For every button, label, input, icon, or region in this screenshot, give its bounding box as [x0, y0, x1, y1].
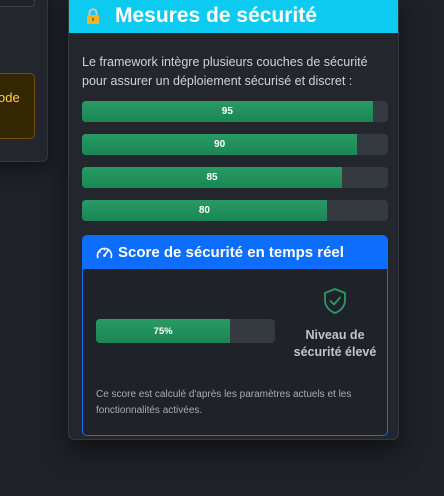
security-layer-bar-fill: 85	[82, 167, 343, 188]
card-body: Le framework intègre plusieurs couches d…	[69, 33, 398, 436]
security-layer-bar-label: 90	[214, 139, 226, 150]
gauge-icon	[96, 245, 114, 261]
score-panel-title: Score de sécurité en temps réel	[118, 244, 344, 261]
card-title: Mesures de sécurité	[115, 4, 317, 27]
security-layer-bar-fill: 80	[82, 200, 327, 221]
security-layer-bar: 95	[82, 101, 388, 122]
security-layer-bar-label: 85	[206, 172, 218, 183]
security-layer-bar: 80	[82, 200, 388, 221]
security-layer-bar: 85	[82, 167, 388, 188]
score-note: Ce score est calculé d'après les paramèt…	[96, 389, 352, 416]
warning-text: ode	[0, 90, 20, 105]
security-layer-bar-fill: 95	[82, 101, 373, 122]
score-panel-header: Score de sécurité en temps réel	[83, 236, 387, 269]
card-header: Mesures de sécurité	[69, 0, 398, 33]
security-score-bar-fill: 75%	[96, 319, 231, 343]
security-layer-bar: 90	[82, 134, 388, 155]
intro-text: Le framework intègre plusieurs couches d…	[82, 55, 368, 88]
security-score-panel: Score de sécurité en temps réel 75% Nive…	[82, 235, 388, 436]
security-level: Niveau de sécurité élevé	[292, 287, 378, 361]
security-level-text: Niveau de sécurité élevé	[293, 328, 377, 359]
score-panel-content: 75% Niveau de sécurité élevé Ce score es…	[83, 269, 387, 435]
security-score-label: 75%	[153, 325, 173, 337]
warning-box: ode	[0, 73, 35, 139]
security-bars: 95 90 85 80	[82, 101, 388, 233]
security-score-bar: 75%	[96, 319, 275, 343]
left-side-card: ode	[0, 0, 48, 162]
security-layer-bar-label: 95	[221, 106, 233, 117]
security-measures-card: Mesures de sécurité Le framework intègre…	[68, 0, 399, 440]
left-card-input-strip	[0, 0, 35, 7]
security-layer-bar-fill: 90	[82, 134, 358, 155]
lock-icon	[85, 7, 101, 25]
shield-check-icon	[324, 288, 346, 314]
security-layer-bar-label: 80	[198, 205, 210, 216]
